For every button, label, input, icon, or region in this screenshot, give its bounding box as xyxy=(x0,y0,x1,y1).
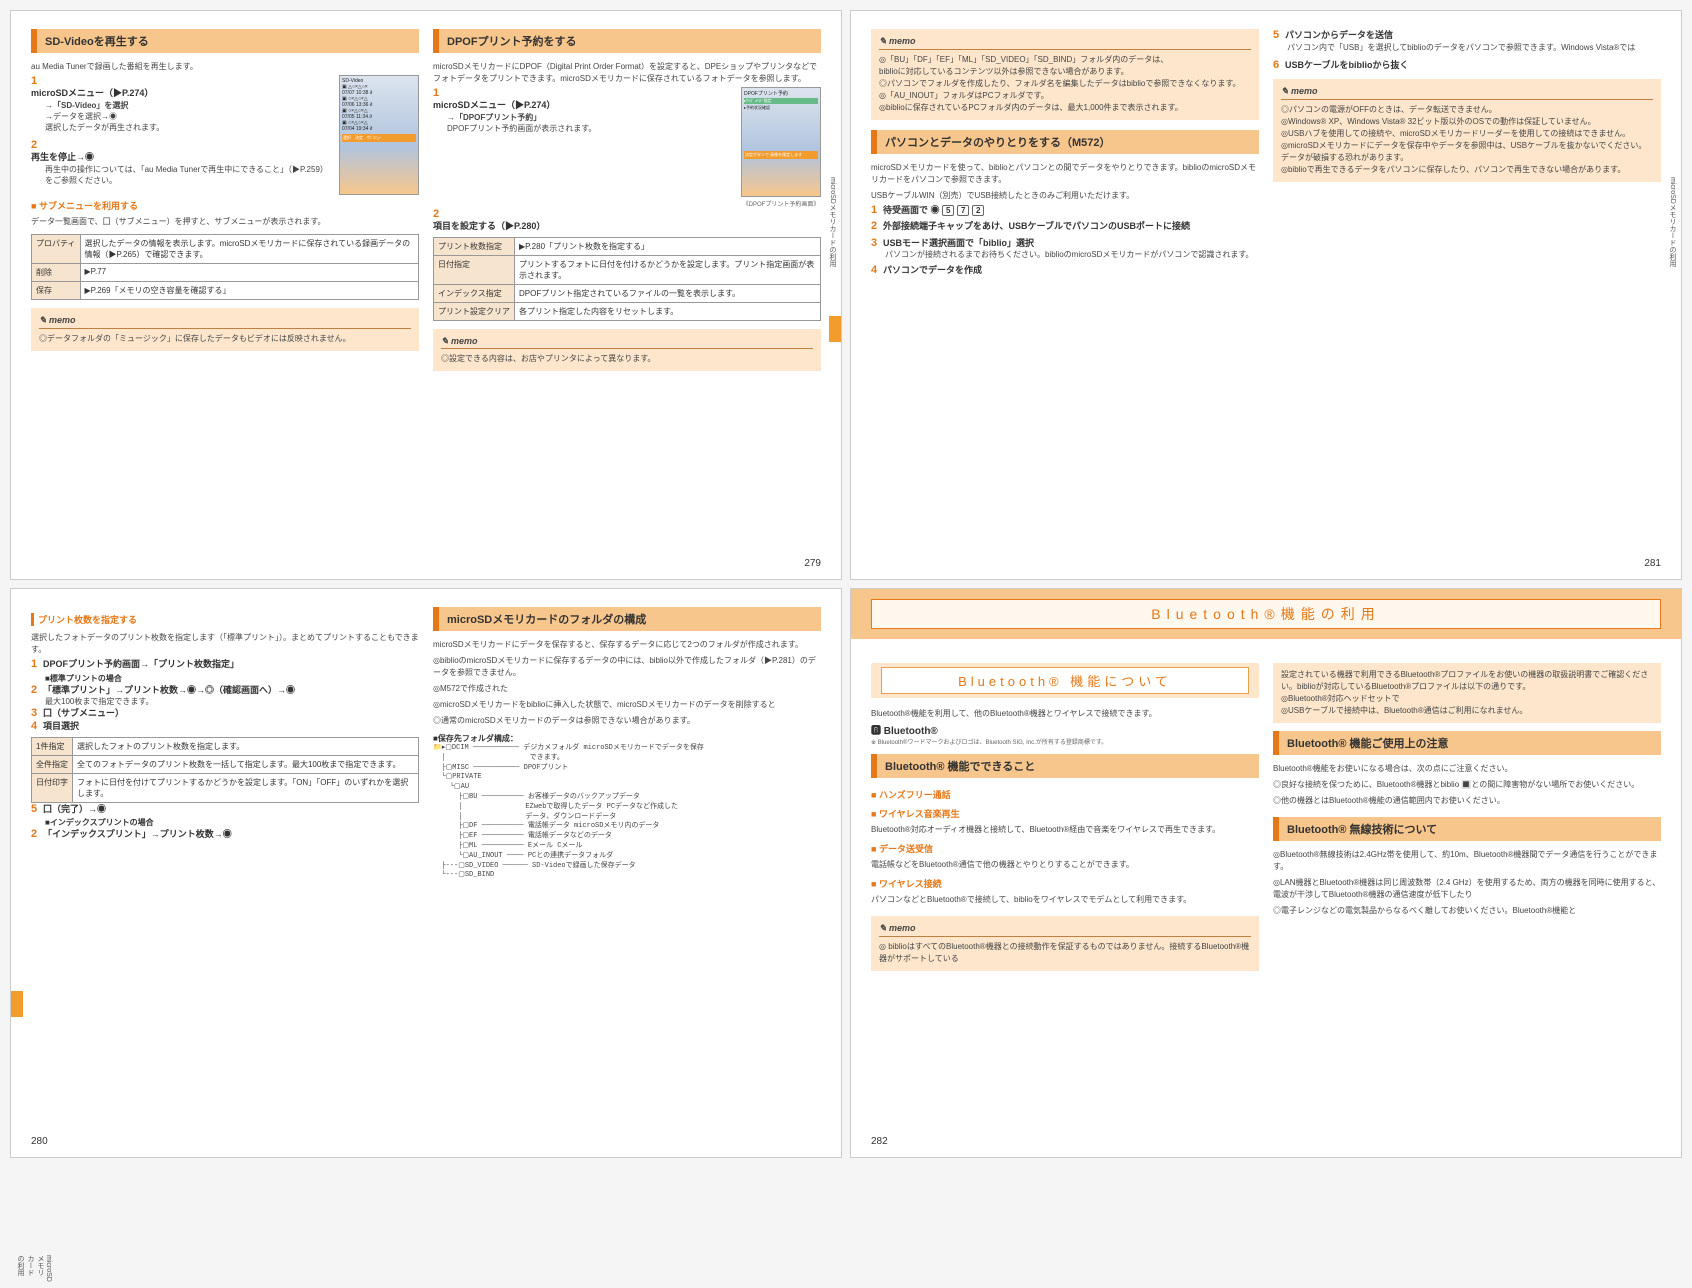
p281-step3: USBモード選択画面で「biblio」選択 xyxy=(883,237,1257,250)
page-280: microSDメモリカードの利用 プリント枚数を指定する 選択したフォトデータの… xyxy=(10,588,842,1158)
side-marker-280 xyxy=(11,991,23,1017)
bt-caution-txt: Bluetooth®機能をお使いになる場合は、次の点にご注意ください。 xyxy=(1273,763,1661,775)
bt-caution-header: Bluetooth® 機能ご使用上の注意 xyxy=(1273,731,1661,755)
page-281: microSDメモリカードの利用 memo ◎「BU」「DF」「EF」「ML」「… xyxy=(850,10,1682,580)
bt-wireless-t1: ◎Bluetooth®無線技術は2.4GHz帯を使用して、約10m、Blueto… xyxy=(1273,849,1661,873)
p281-step2: 外部接続端子キャップをあけ、USBケーブルでパソコンのUSBポートに接続 xyxy=(883,220,1257,233)
step-1-arrow: →データを選択→◉ xyxy=(45,111,331,122)
dpof-step1: microSDメニュー（▶P.274） xyxy=(433,99,719,112)
bt-sq3: データ送受信 xyxy=(871,842,1259,855)
p280-step2: 「標準プリント」→プリント枚数→◉→◎（確認画面へ）→◉ xyxy=(43,684,417,697)
phone-screenshot-sdvideo: SD-Video▣ △○×△○×07/07 10:38 ∂▣ ○×△○×△07/… xyxy=(339,75,419,195)
p281-step4: パソコンでデータを作成 xyxy=(883,264,1257,277)
p281-step3-desc: パソコンが接続されるまでお待ちください。biblioのmicroSDメモリカード… xyxy=(885,249,1259,260)
chapter-title: Bluetooth®機能の利用 xyxy=(871,599,1661,629)
bt-wireless-t3: ◎電子レンジなどの電気製品からなるべく離してお使いください。Bluetooth®… xyxy=(1273,905,1661,917)
print-desc: 選択したフォトデータのプリント枚数を指定します（「標準プリント」）。まとめてプリ… xyxy=(31,632,419,656)
submenu-desc: データ一覧画面で、囗（サブメニュー）を押すと、サブメニューが表示されます。 xyxy=(31,216,419,228)
step-1-desc: 選択したデータが再生されます。 xyxy=(45,122,331,133)
p280-step5-sq: ■インデックスプリントの場合 xyxy=(45,817,419,828)
pc-desc2: USBケーブルWIN（別売）でUSB接続したときのみご利用いただけます。 xyxy=(871,190,1259,202)
submenu-header: サブメニューを利用する xyxy=(31,199,419,212)
step-2-text: 再生を停止→◉ xyxy=(31,151,317,164)
bt-caution-b1: ◎良好な接続を保つために、Bluetooth®機器とbiblio 🔳との間に障害… xyxy=(1273,779,1661,791)
dpof-caption: 《DPOFプリント予約画面》 xyxy=(741,199,821,208)
memo-bt: memo ◎ biblioはすべてのBluetooth®機器との接続動作を保証す… xyxy=(871,916,1259,971)
p280-table: 1件指定選択したフォトのプリント枚数を指定します。 全件指定全てのフォトデータの… xyxy=(31,737,419,803)
chapter-band: Bluetooth®機能の利用 xyxy=(851,589,1681,639)
bt-intro: Bluetooth®機能を利用して、他のBluetooth®機器とワイヤレスで接… xyxy=(871,708,1259,720)
bt-wireless-header: Bluetooth® 無線技術について xyxy=(1273,817,1661,841)
side-tab-left-280: microSDメモリカードの利用 xyxy=(13,1249,54,1288)
dpof-step1-sub: →「DPOFプリント予約」 xyxy=(447,113,541,122)
p281-step5-desc: パソコン内で「USB」を選択してbiblioのデータをパソコンで参照できます。W… xyxy=(1287,42,1661,53)
sd-video-header: SD-Videoを再生する xyxy=(31,29,419,53)
step-2-num: 2 xyxy=(31,139,43,151)
page-number-282: 282 xyxy=(871,1136,888,1147)
microsd-l2: ◎M572で作成された xyxy=(433,683,821,695)
microsd-l4: ◎通常のmicroSDメモリカードのデータは参照できない場合があります。 xyxy=(433,715,821,727)
microsd-intro: microSDメモリカードにデータを保存すると、保存するデータに応じて2つのフォ… xyxy=(433,639,821,651)
dpof-table: プリント枚数指定▶P.280「プリント枚数を指定する」 日付指定プリントするフォ… xyxy=(433,237,821,321)
page-282: Bluetooth®機能の利用 Bluetooth® 機能について Blueto… xyxy=(850,588,1682,1158)
side-tab-right-281: microSDメモリカードの利用 xyxy=(1665,171,1679,273)
tree-header: ■保存先フォルダ構成： xyxy=(433,733,821,744)
p280-step3: 囗（サブメニュー） xyxy=(43,707,417,720)
side-marker xyxy=(829,316,841,342)
bt-logo: 🅱 Bluetooth® xyxy=(871,722,1259,737)
microsd-struct-header: microSDメモリカードのフォルダの構成 xyxy=(433,607,821,631)
bt-sq2-desc: Bluetooth®対応オーディオ機器と接続して、Bluetooth®経由で音楽… xyxy=(871,824,1259,836)
bt-sq3-desc: 電話帳などをBluetooth®通信で他の機器とやりとりすることができます。 xyxy=(871,859,1259,871)
p280-step4: 項目選択 xyxy=(43,720,417,733)
bt-wireless-t2: ◎LAN機器とBluetooth®機器は同じ周波数帯（2.4 GHz）を使用する… xyxy=(1273,877,1661,901)
au-media-text: au Media Tunerで録画した番組を再生します。 xyxy=(31,61,419,73)
sdvideo-table: プロパティ選択したデータの情報を表示します。microSDメモリカードに保存され… xyxy=(31,234,419,300)
memo-usb: memo ◎パソコンの電源がOFFのときは、データ転送できません。 ◎Windo… xyxy=(1273,79,1661,182)
page-number-280: 280 xyxy=(31,1136,48,1147)
p280-step5: 囗（完了）→◉ xyxy=(43,803,417,816)
p280-step2b: 「インデックスプリント」→プリント枚数→◉ xyxy=(43,828,417,841)
p280-step1-sq: ■標準プリントの場合 xyxy=(45,673,419,684)
bt-sq4-desc: パソコンなどとBluetooth®で接続して、biblioをワイヤレスでモデムと… xyxy=(871,894,1259,906)
bt-caution-b2: ◎他の機器とはBluetooth®機能の通信範囲内でお使いください。 xyxy=(1273,795,1661,807)
dpof-intro: microSDメモリカードにDPOF（Digital Print Order F… xyxy=(433,61,821,85)
step-1-sub: →「SD-Video」を選択 xyxy=(45,101,128,110)
side-tab-right: microSDメモリカードの利用 xyxy=(825,171,839,273)
memo-folders: memo ◎「BU」「DF」「EF」「ML」「SD_VIDEO」「SD_BIND… xyxy=(871,29,1259,120)
p281-step6: USBケーブルをbiblioから抜く xyxy=(1285,59,1659,72)
dpof-header: DPOFプリント予約をする xyxy=(433,29,821,53)
bt-sq1: ハンズフリー通話 xyxy=(871,788,1259,801)
bt-right-memo: 設定されている機器で利用できるBluetooth®プロファイルをお使いの機器の取… xyxy=(1273,663,1661,723)
print-count-header: プリント枚数を指定する xyxy=(31,613,419,626)
microsd-l3: ◎microSDメモリカードをbiblioに挿入した状態で、microSDメモリ… xyxy=(433,699,821,711)
bt-about-title: Bluetooth® 機能について xyxy=(881,667,1249,694)
step-2-desc: 再生中の操作については、「au Media Tunerで再生中にできること」（▶… xyxy=(45,164,331,186)
p280-step1: DPOFプリント予約画面→「プリント枚数指定」 xyxy=(43,658,417,671)
memo-title: memo xyxy=(39,314,411,329)
step-1-num: 1 xyxy=(31,75,43,87)
phone-screenshot-dpof: DPOFプリント予約 ▸ｻｲｽﾞ 4*2″ 指定 ▸予約状況確認 決定ボタンで … xyxy=(741,87,821,197)
page-279: microSDメモリカードの利用 SD-Videoを再生する au Media … xyxy=(10,10,842,580)
p280-step2-desc: 最大100枚まで指定できます。 xyxy=(45,696,419,707)
bt-sq2: ワイヤレス音楽再生 xyxy=(871,807,1259,820)
pc-data-header: パソコンとデータのやりとりをする（M572） xyxy=(871,130,1259,154)
p281-step1: 待受画面で ◉ 5 7 2 xyxy=(883,204,1257,217)
memo-sdvideo: memo ◎データフォルダの「ミュージック」に保存したデータもビデオには反映され… xyxy=(31,308,419,351)
dpof-step1-desc: DPOFプリント予約画面が表示されます。 xyxy=(447,123,733,134)
folder-tree: 📁▸▢DCIM ─────────── デジカメフォルダ microSDメモリカ… xyxy=(433,744,821,881)
step-1-text: microSDメニュー（▶P.274） xyxy=(31,87,317,100)
p281-step5: パソコンからデータを送信 xyxy=(1285,29,1659,42)
microsd-l1: ◎biblioのmicroSDメモリカードに保存するデータの中には、biblio… xyxy=(433,655,821,679)
bt-trademark: ※ Bluetooth®ワードマークおよびロゴは、Bluetooth SIG, … xyxy=(871,737,1259,746)
page-number-281: 281 xyxy=(1644,558,1661,569)
dpof-step2: 項目を設定する（▶P.280） xyxy=(433,220,807,233)
bt-about-box: Bluetooth® 機能について xyxy=(871,663,1259,698)
memo-dpof: memo ◎設定できる内容は、お店やプリンタによって異なります。 xyxy=(433,329,821,372)
page-number: 279 xyxy=(804,558,821,569)
bt-sq4: ワイヤレス接続 xyxy=(871,877,1259,890)
pc-desc1: microSDメモリカードを使って、biblioとパソコンとの間でデータをやりと… xyxy=(871,162,1259,186)
bt-cando-header: Bluetooth® 機能でできること xyxy=(871,754,1259,778)
